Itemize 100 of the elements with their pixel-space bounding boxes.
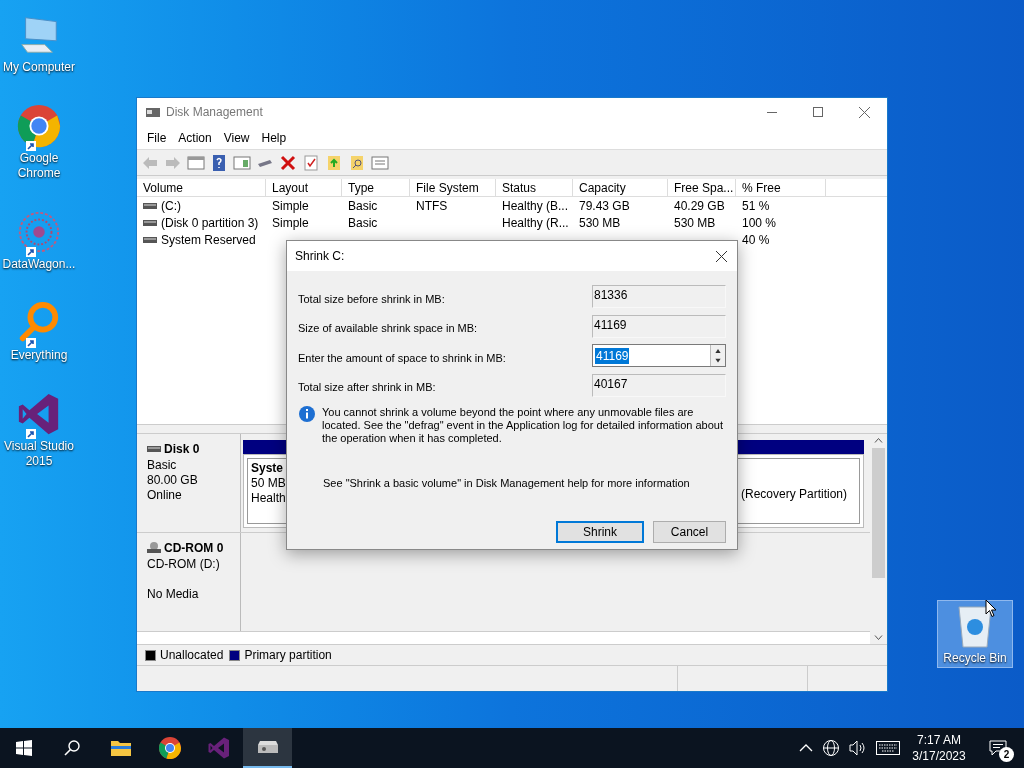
close-icon xyxy=(858,106,870,118)
column-header[interactable]: Layout xyxy=(266,179,342,196)
disk-info-text: Online xyxy=(147,488,183,503)
table-cell-text: 100 % xyxy=(742,214,777,232)
disk-info-text: 80.00 GB xyxy=(147,473,199,488)
disk-name: CD-ROM 0 xyxy=(164,540,224,557)
field-label: Size of available shrink space in MB: xyxy=(298,321,479,336)
partition-text: 50 MB xyxy=(251,476,287,491)
chat-bubble-icon xyxy=(989,740,1007,756)
menu-item[interactable]: Help xyxy=(255,128,293,147)
legend-label: Unallocated xyxy=(160,647,224,664)
column-header[interactable]: Type xyxy=(342,179,410,196)
column-header[interactable]: Capacity xyxy=(573,179,668,196)
menu-item[interactable]: View xyxy=(217,128,256,147)
table-cell-text: 40.29 GB xyxy=(674,197,725,215)
field-label: Total size after shrink in MB: xyxy=(298,380,437,395)
panel-icon[interactable] xyxy=(187,153,205,172)
flower-pattern-icon xyxy=(16,209,62,255)
chevron-up-icon[interactable] xyxy=(799,743,813,753)
dialog-button[interactable]: Cancel xyxy=(653,520,726,543)
table-cell-text: 530 MB xyxy=(579,214,621,232)
panel-icon[interactable] xyxy=(233,153,251,172)
disk-info-text: CD-ROM (D:) xyxy=(147,557,221,572)
disk-drive-icon xyxy=(145,105,161,119)
field-label: Enter the amount of space to shrink in MB: xyxy=(298,350,507,366)
column-header[interactable]: Status xyxy=(496,179,573,196)
table-cell-text: Simple xyxy=(272,197,309,215)
table-cell-text: 79.43 GB xyxy=(579,197,630,215)
table-cell-text: 40 % xyxy=(742,231,770,249)
disk-info-text: Basic xyxy=(147,458,178,473)
table-cell-text: Simple xyxy=(272,214,309,232)
table-cell-text: 530 MB xyxy=(674,214,716,232)
help-icon[interactable] xyxy=(210,153,228,172)
table-cell-text: Basic xyxy=(348,197,378,215)
clock-time[interactable]: 7:17 AM xyxy=(917,732,961,748)
menu-item[interactable]: File xyxy=(141,128,173,147)
clock-date[interactable]: 3/17/2023 xyxy=(912,748,966,764)
column-header[interactable]: Free Spa... xyxy=(668,179,736,196)
desktop-icon-label: Google Chrome xyxy=(16,151,62,181)
disk-label-panel[interactable]: CD-ROM 0 CD-ROM (D:) No Media xyxy=(137,533,241,631)
notification-button[interactable]: 2 xyxy=(978,728,1018,768)
table-cell-text: Healthy (B... xyxy=(502,197,569,215)
volume-row[interactable]: (C:) Simple Basic NTFS Healthy (B... 79.43 GB 40.29 GB 51 % xyxy=(137,197,887,214)
table-cell-text: System Reserved xyxy=(161,231,256,249)
drive-icon xyxy=(143,235,157,244)
desktop-icon-label: My Computer xyxy=(2,60,76,75)
drive-icon xyxy=(143,201,157,210)
chrome-icon xyxy=(157,736,182,760)
table-cell-text: NTFS xyxy=(416,197,448,215)
scroll-bar[interactable] xyxy=(870,434,887,644)
table-cell-text: 51 % xyxy=(742,197,770,215)
menu-item[interactable]: Action xyxy=(172,128,218,147)
infinity-logo-icon xyxy=(206,736,231,760)
disk-info-text: No Media xyxy=(147,587,200,602)
volume-row[interactable]: System Reserved 40 % xyxy=(137,231,887,248)
shrink-amount-field[interactable]: 41169 xyxy=(592,344,726,368)
field-value: 40167 xyxy=(593,376,628,391)
legend-label: Primary partition xyxy=(244,647,332,664)
folder-up-icon[interactable] xyxy=(325,153,343,172)
info-text: You cannot shrink a volume beyond the point where any unmovable files are located. See the "defrag" event in the Application log for detailed information about the operation when it has completed. xyxy=(322,406,725,445)
table-cell-text: (Disk 0 partition 3) xyxy=(161,214,259,232)
speaker-icon[interactable] xyxy=(849,740,867,756)
volume-row[interactable]: (Disk 0 partition 3) Simple Basic Healthy (R... 530 MB 530 MB 100 % xyxy=(137,214,887,231)
partition-block[interactable]: (Recovery Partition) xyxy=(738,458,860,524)
field-value: 41169 xyxy=(593,317,627,332)
field-value: 41169 xyxy=(595,347,630,364)
table-cell-text: (C:) xyxy=(161,197,181,215)
column-header[interactable]: % Free xyxy=(736,179,826,196)
drive-icon xyxy=(143,218,157,227)
checklist-icon[interactable] xyxy=(302,153,320,172)
partition-text: Syste xyxy=(251,461,285,476)
partition-text: (Recovery Partition) xyxy=(741,487,849,502)
close-icon[interactable] xyxy=(716,250,727,262)
delete-icon[interactable] xyxy=(279,153,297,172)
help-text: See "Shrink a basic volume" in Disk Management help for more information xyxy=(323,476,691,491)
desktop-icon-label: DataWagon... xyxy=(1,257,77,272)
mouse-cursor-icon xyxy=(985,599,997,618)
keyboard-icon[interactable] xyxy=(876,741,900,755)
desktop-icon-label: Visual Studio 2015 xyxy=(3,439,75,469)
disc-drive-icon xyxy=(147,542,161,554)
chrome-icon xyxy=(16,103,62,149)
dialog-button[interactable]: Shrink xyxy=(556,520,644,543)
field-value: 81336 xyxy=(593,288,628,303)
window-title: Disk Management xyxy=(166,104,263,121)
field-label: Total size before shrink in MB: xyxy=(298,291,446,307)
desktop-icon-label: Everything xyxy=(9,348,69,363)
notification-badge: 2 xyxy=(999,747,1014,762)
recycle-bin-label: Recycle Bin xyxy=(943,650,1007,667)
taskbar-app-button[interactable] xyxy=(243,728,292,768)
windows-logo-icon xyxy=(16,740,32,756)
search-icon xyxy=(64,740,80,756)
partition-text: Health xyxy=(251,491,287,506)
disk-name: Disk 0 xyxy=(164,441,200,458)
globe-icon[interactable] xyxy=(822,739,840,757)
folder-search-icon[interactable] xyxy=(348,153,366,172)
table-cell-text: Basic xyxy=(348,214,378,232)
disk-label-panel[interactable]: Disk 0 Basic 80.00 GB Online xyxy=(137,434,241,532)
table-cell-text: Healthy (R... xyxy=(502,214,569,232)
column-header[interactable]: Volume xyxy=(137,179,266,196)
column-header[interactable]: File System xyxy=(410,179,496,196)
